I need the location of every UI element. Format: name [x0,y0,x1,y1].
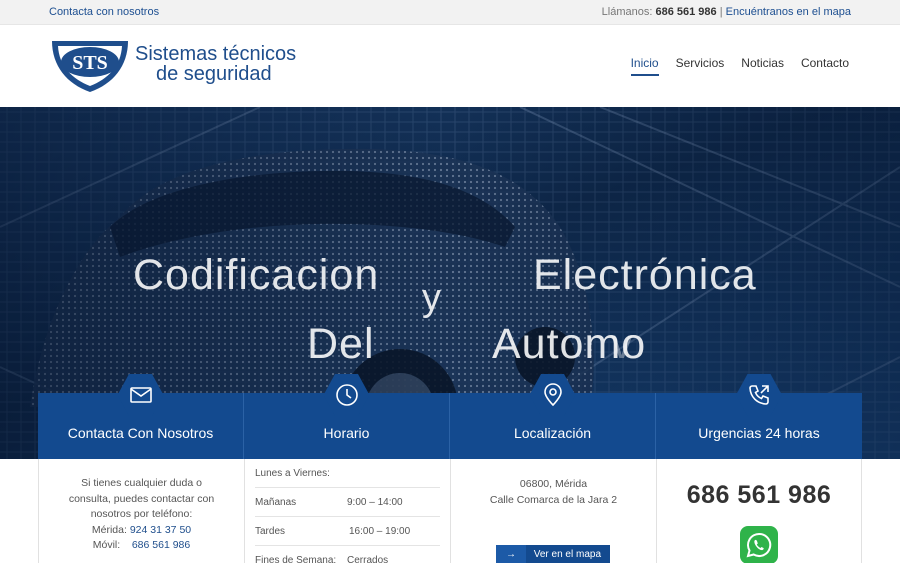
movil-phone-link[interactable]: 686 561 986 [132,539,190,551]
nav-inicio[interactable]: Inicio [630,56,659,76]
whatsapp-icon [746,532,772,558]
view-map-label: Ver en el mapa [533,549,601,560]
map-pin-icon [543,383,562,407]
schedule-hours: 9:00 – 14:00 [347,497,403,508]
card-localizacion[interactable]: Localización [450,374,656,459]
nav-servicios[interactable]: Servicios [676,56,725,76]
top-bar: Contacta con nosotros Llámanos: 686 561 … [0,0,900,25]
logo-text: Sistemas técnicos de seguridad [135,44,296,84]
card-contacta[interactable]: Contacta Con Nosotros [38,374,244,459]
address-line-2: Calle Comarca de la Jara 2 [489,494,618,506]
schedule-hours: 16:00 – 19:00 [349,526,411,537]
separator: | [719,6,723,18]
card-horario[interactable]: Horario [244,374,450,459]
info-columns: Si tienes cualquier duda o consulta, pue… [38,459,862,563]
call-label: Llámanos: [601,6,653,18]
address-line-1: 06800, Mérida [519,478,588,490]
contact-text: Si tienes cualquier duda o consulta, pue… [68,477,215,520]
whatsapp-button[interactable] [740,526,778,563]
urgent-phone[interactable]: 686 561 986 [657,481,861,510]
schedule-day: Fines de Semana: [255,555,337,563]
schedule-day: Tardes [255,526,286,537]
merida-phone-link[interactable]: 924 31 37 50 [130,524,191,536]
card-title: Horario [323,425,370,441]
view-map-button[interactable]: → Ver en el mapa [496,545,610,563]
schedule-row: Fines de Semana: Cerrados [255,546,440,563]
logo-line-1: Sistemas técnicos [135,43,297,65]
feature-cards: Contacta Con Nosotros Horario Localizaci… [38,374,862,459]
top-bar-right: Llámanos: 686 561 986 | Encuéntranos en … [602,0,851,25]
map-link[interactable]: Encuéntranos en el mapa [726,6,851,18]
hero-word-codificacion: Codificacion [133,251,380,299]
hero-word-y: y [422,277,442,319]
sts-shield-logo: STS [52,41,128,92]
schedule-row: Lunes a Viernes: [255,459,440,488]
movil-line: Móvil: 686 561 986 [61,538,222,554]
card-urgencias[interactable]: Urgencias 24 horas [656,374,862,459]
call-number: 686 561 986 [655,6,717,18]
merida-label: Mérida: [91,523,127,536]
location-column: 06800, Mérida Calle Comarca de la Jara 2… [450,459,656,563]
nav-noticias[interactable]: Noticias [741,56,784,76]
movil-label: Móvil: [92,539,121,551]
schedule-row: Mañanas 9:00 – 14:00 [255,488,440,517]
card-title: Contacta Con Nosotros [67,425,214,441]
phone-call-icon [749,385,769,405]
merida-line: Mérida: 924 31 37 50 [61,523,222,539]
arrow-right-icon: → [496,545,526,563]
schedule-column: Lunes a Viernes: Mañanas 9:00 – 14:00 Ta… [244,459,450,563]
contact-link[interactable]: Contacta con nosotros [49,0,159,25]
hero-word-v-faded: v [611,320,634,368]
nav-contacto[interactable]: Contacto [801,56,849,76]
hero-word-electronica: Electrónica [533,251,757,299]
clock-icon [335,384,358,406]
logo-mark-text: STS [72,52,108,74]
site-header: STS Sistemas técnicos de seguridad Inici… [0,25,900,107]
card-title: Localización [513,425,592,441]
contact-column: Si tienes cualquier duda o consulta, pue… [38,459,244,563]
card-title: Urgencias 24 horas [698,425,820,441]
schedule-day: Mañanas [255,497,297,508]
main-nav: Inicio Servicios Noticias Contacto [630,56,849,76]
schedule-day: Lunes a Viernes: [255,468,330,479]
site-logo[interactable]: STS Sistemas técnicos de seguridad [49,38,299,94]
schedule-row: Tardes 16:00 – 19:00 [255,517,440,546]
logo-line-2: de seguridad [156,63,272,85]
hero-word-del: Del [307,320,375,368]
schedule-hours: Cerrados [347,555,389,563]
urgent-column: 686 561 986 [656,459,862,563]
envelope-icon [129,387,152,403]
